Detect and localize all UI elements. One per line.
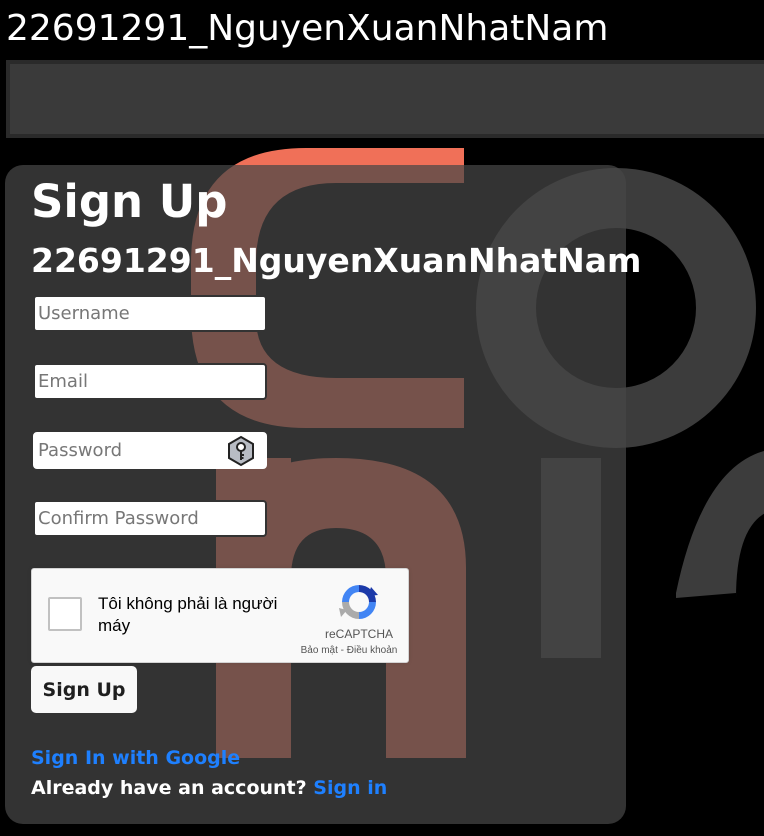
- recaptcha-links: Bảo mật - Điều khoản: [290, 645, 408, 656]
- page-title: Sign Up: [31, 175, 228, 228]
- recaptcha-checkbox[interactable]: [48, 597, 82, 631]
- recaptcha-label: Tôi không phải là người máy: [98, 594, 278, 635]
- site-title: 22691291_NguyenXuanNhatNam: [6, 8, 609, 49]
- recaptcha-privacy-link[interactable]: Bảo mật: [301, 645, 338, 656]
- navbar-inner: [10, 64, 764, 134]
- signin-link[interactable]: Sign in: [313, 777, 387, 799]
- student-name-heading: 22691291_NguyenXuanNhatNam: [31, 241, 642, 280]
- account-prompt-row: Already have an account? Sign in: [31, 777, 387, 799]
- signup-card: Sign Up 22691291_NguyenXuanNhatNam Tôi k…: [5, 165, 641, 824]
- email-input[interactable]: [33, 363, 267, 400]
- recaptcha-widget: Tôi không phải là người máy reCAPTCHA Bả…: [31, 568, 409, 663]
- recaptcha-terms-link[interactable]: Điều khoản: [347, 645, 398, 656]
- confirm-password-input[interactable]: [33, 500, 267, 537]
- username-input[interactable]: [33, 295, 267, 332]
- password-key-icon[interactable]: [225, 435, 257, 467]
- account-prompt: Already have an account?: [31, 777, 307, 799]
- google-signin-link[interactable]: Sign In with Google: [31, 747, 240, 769]
- signup-button[interactable]: Sign Up: [31, 666, 137, 713]
- recaptcha-logo-icon: [338, 581, 380, 623]
- recaptcha-brand: reCAPTCHA: [324, 627, 393, 641]
- navbar: [6, 60, 764, 138]
- recaptcha-links-separator: -: [337, 645, 347, 656]
